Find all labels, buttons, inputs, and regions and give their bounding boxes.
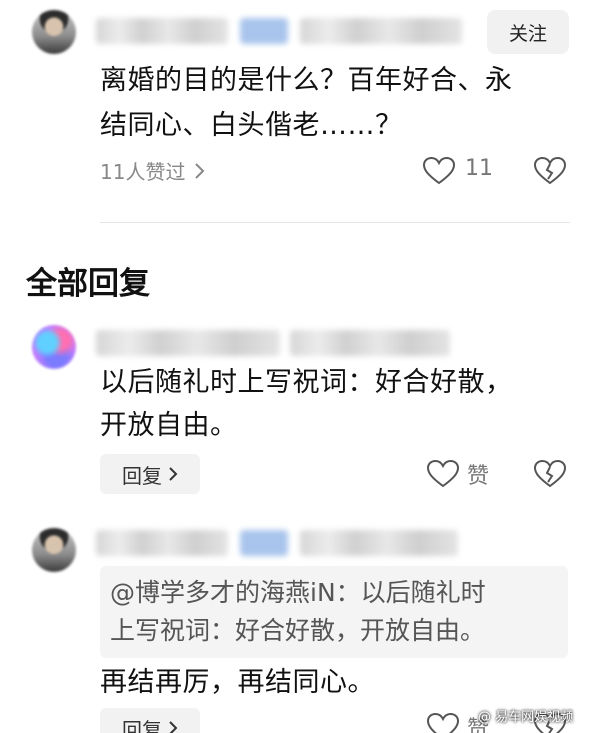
quoted-reply[interactable]: @博学多才的海燕iN：以后随礼时 上写祝词：好合好散，开放自由。 [100, 566, 568, 658]
divider [100, 222, 570, 223]
user-meta-blurred [300, 530, 458, 556]
reply-button[interactable]: 回复 [100, 708, 200, 733]
chevron-right-icon [169, 721, 178, 733]
like-label: 赞 [467, 464, 490, 489]
avatar[interactable] [32, 325, 76, 369]
likes-summary-link[interactable]: 11人赞过 [100, 156, 205, 185]
username-blurred [96, 18, 228, 44]
watermark: @ 易车网娱视频 [478, 710, 574, 725]
broken-heart-icon[interactable] [533, 156, 567, 186]
heart-outline-icon[interactable] [422, 156, 456, 186]
user-badge-blurred [240, 18, 288, 44]
section-title: 全部回复 [26, 266, 150, 302]
username-blurred [96, 530, 228, 556]
chevron-right-icon [169, 467, 178, 481]
avatar[interactable] [32, 528, 76, 572]
likes-summary-text: 11人赞过 [100, 160, 186, 184]
like-count: 11 [465, 156, 493, 181]
user-meta-blurred [300, 18, 462, 44]
reply-text-line-1: 以后随礼时上写祝词：好合好散， [100, 367, 513, 398]
avatar[interactable] [32, 10, 76, 54]
reply-text: 再结再厉，再结同心。 [100, 667, 375, 698]
quoted-text-line-2: 上写祝词：好合好散，开放自由。 [110, 616, 486, 645]
chevron-right-icon [195, 162, 205, 179]
username-blurred [96, 330, 280, 356]
broken-heart-icon[interactable] [533, 459, 567, 489]
user-meta-blurred [290, 330, 450, 356]
quoted-text-line-1: @博学多才的海燕iN：以后随礼时 [110, 578, 486, 607]
heart-outline-icon[interactable] [426, 459, 460, 489]
reply-button-label: 回复 [122, 463, 162, 488]
user-badge-blurred [240, 530, 288, 556]
post-text-line-2: 结同心、白头偕老……？ [100, 110, 403, 141]
reply-button[interactable]: 回复 [100, 454, 200, 494]
reply-button-label: 回复 [122, 717, 162, 733]
post-text-line-1: 离婚的目的是什么？百年好合、永 [100, 65, 513, 96]
follow-button[interactable]: 关注 [487, 10, 569, 54]
heart-outline-icon[interactable] [426, 712, 460, 733]
reply-text-line-2: 开放自由。 [100, 410, 238, 441]
